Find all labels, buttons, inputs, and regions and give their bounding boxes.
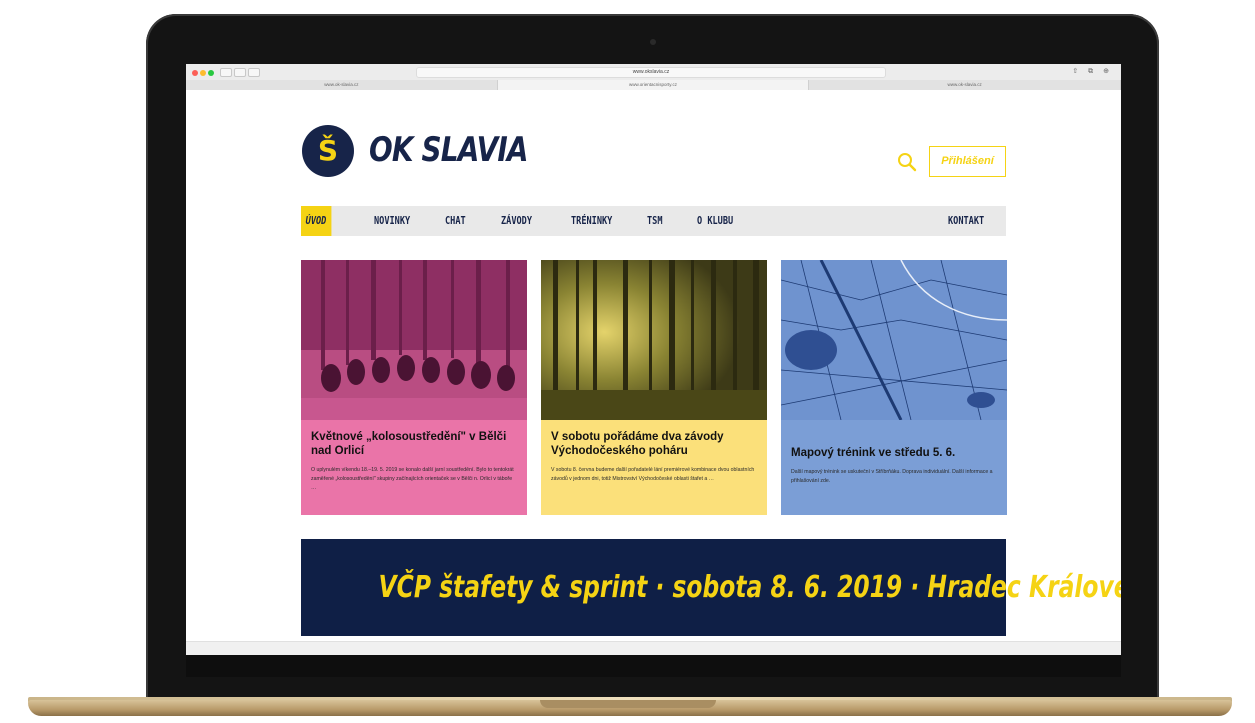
nav-item-novinky[interactable]: NOVINKY (374, 206, 410, 236)
card-body: Květnové „kolosoustředění" v Bělči nad O… (301, 420, 527, 515)
main-navigation: ÚVOD NOVINKY CHAT ZÁVODY TRÉNINKY TSM O … (301, 206, 1006, 236)
forest-photo[interactable] (541, 260, 767, 420)
browser-tab-active[interactable]: www.orientacnisporty.cz (497, 80, 810, 90)
nav-item-treninky[interactable]: TRÉNINKY (571, 206, 612, 236)
laptop-screen: www.okslavia.cz ⇧ ⧉ ⊕ www.ok-slavia.cz w… (186, 64, 1121, 655)
sidebar-button[interactable] (248, 68, 260, 77)
nav-item-kontakt[interactable]: KONTAKT (948, 206, 984, 236)
card-excerpt: V sobotu 8. června budeme další pořadate… (551, 467, 755, 482)
card-body: Mapový trénink ve středu 5. 6. Další map… (781, 420, 1007, 515)
event-banner[interactable]: VČP štafety & sprint · sobota 8. 6. 2019… (301, 539, 1121, 636)
card-title[interactable]: Mapový trénink ve středu 5. 6. (791, 446, 997, 460)
banner-text: VČP štafety & sprint · sobota 8. 6. 2019… (378, 570, 1121, 605)
news-card[interactable]: V sobotu pořádáme dva závody Východočesk… (541, 260, 767, 515)
cyclists-photo[interactable] (301, 260, 527, 420)
nav-item-o-klubu[interactable]: O KLUBU (697, 206, 733, 236)
page-footer (186, 641, 1121, 655)
card-title[interactable]: Květnové „kolosoustředění" v Bělči nad O… (311, 430, 517, 458)
nav-item-uvod[interactable]: ÚVOD (301, 206, 332, 236)
news-card[interactable]: Květnové „kolosoustředění" v Bělči nad O… (301, 260, 527, 515)
address-bar[interactable]: www.okslavia.cz (416, 67, 886, 78)
browser-tab[interactable]: www.ok-slavia.cz (186, 80, 498, 90)
card-body: V sobotu pořádáme dva závody Východočesk… (541, 420, 767, 515)
nav-item-zavody[interactable]: ZÁVODY (501, 206, 532, 236)
camera-icon (650, 39, 656, 45)
minimize-window-button[interactable] (200, 70, 206, 76)
browser-tabs: www.ok-slavia.cz www.orientacnisporty.cz… (186, 80, 1121, 90)
card-title[interactable]: V sobotu pořádáme dva závody Východočesk… (551, 430, 757, 458)
card-excerpt: Další mapový trénink se uskuteční v Stří… (791, 469, 993, 484)
nav-item-chat[interactable]: CHAT (445, 206, 466, 236)
nav-item-tsm[interactable]: TSM (647, 206, 663, 236)
laptop-bezel (186, 655, 1121, 677)
login-button[interactable]: Přihlášení (929, 146, 1006, 177)
search-icon[interactable] (897, 152, 917, 172)
news-card[interactable]: Mapový trénink ve středu 5. 6. Další map… (781, 260, 1007, 515)
club-logo-icon[interactable]: Š (302, 125, 354, 177)
browser-chrome: www.okslavia.cz ⇧ ⧉ ⊕ www.ok-slavia.cz w… (186, 64, 1121, 90)
laptop-notch (540, 700, 716, 708)
web-page: Š OK SLAVIA Přihlášení ÚVOD NOVINKY CHAT… (186, 90, 1121, 655)
map-image[interactable] (781, 260, 1007, 420)
maximize-window-button[interactable] (208, 70, 214, 76)
close-window-button[interactable] (192, 70, 198, 76)
site-title[interactable]: OK SLAVIA (369, 130, 529, 170)
card-excerpt: O uplynulém víkendu 18.–19. 5. 2019 se k… (311, 467, 514, 491)
share-icon[interactable]: ⇧ ⧉ ⊕ (1072, 67, 1113, 76)
product-mockup: www.okslavia.cz ⇧ ⧉ ⊕ www.ok-slavia.cz w… (0, 0, 1255, 723)
forward-button[interactable] (234, 68, 246, 77)
back-button[interactable] (220, 68, 232, 77)
browser-tab[interactable]: www.ok-slavia.cz (809, 80, 1121, 90)
